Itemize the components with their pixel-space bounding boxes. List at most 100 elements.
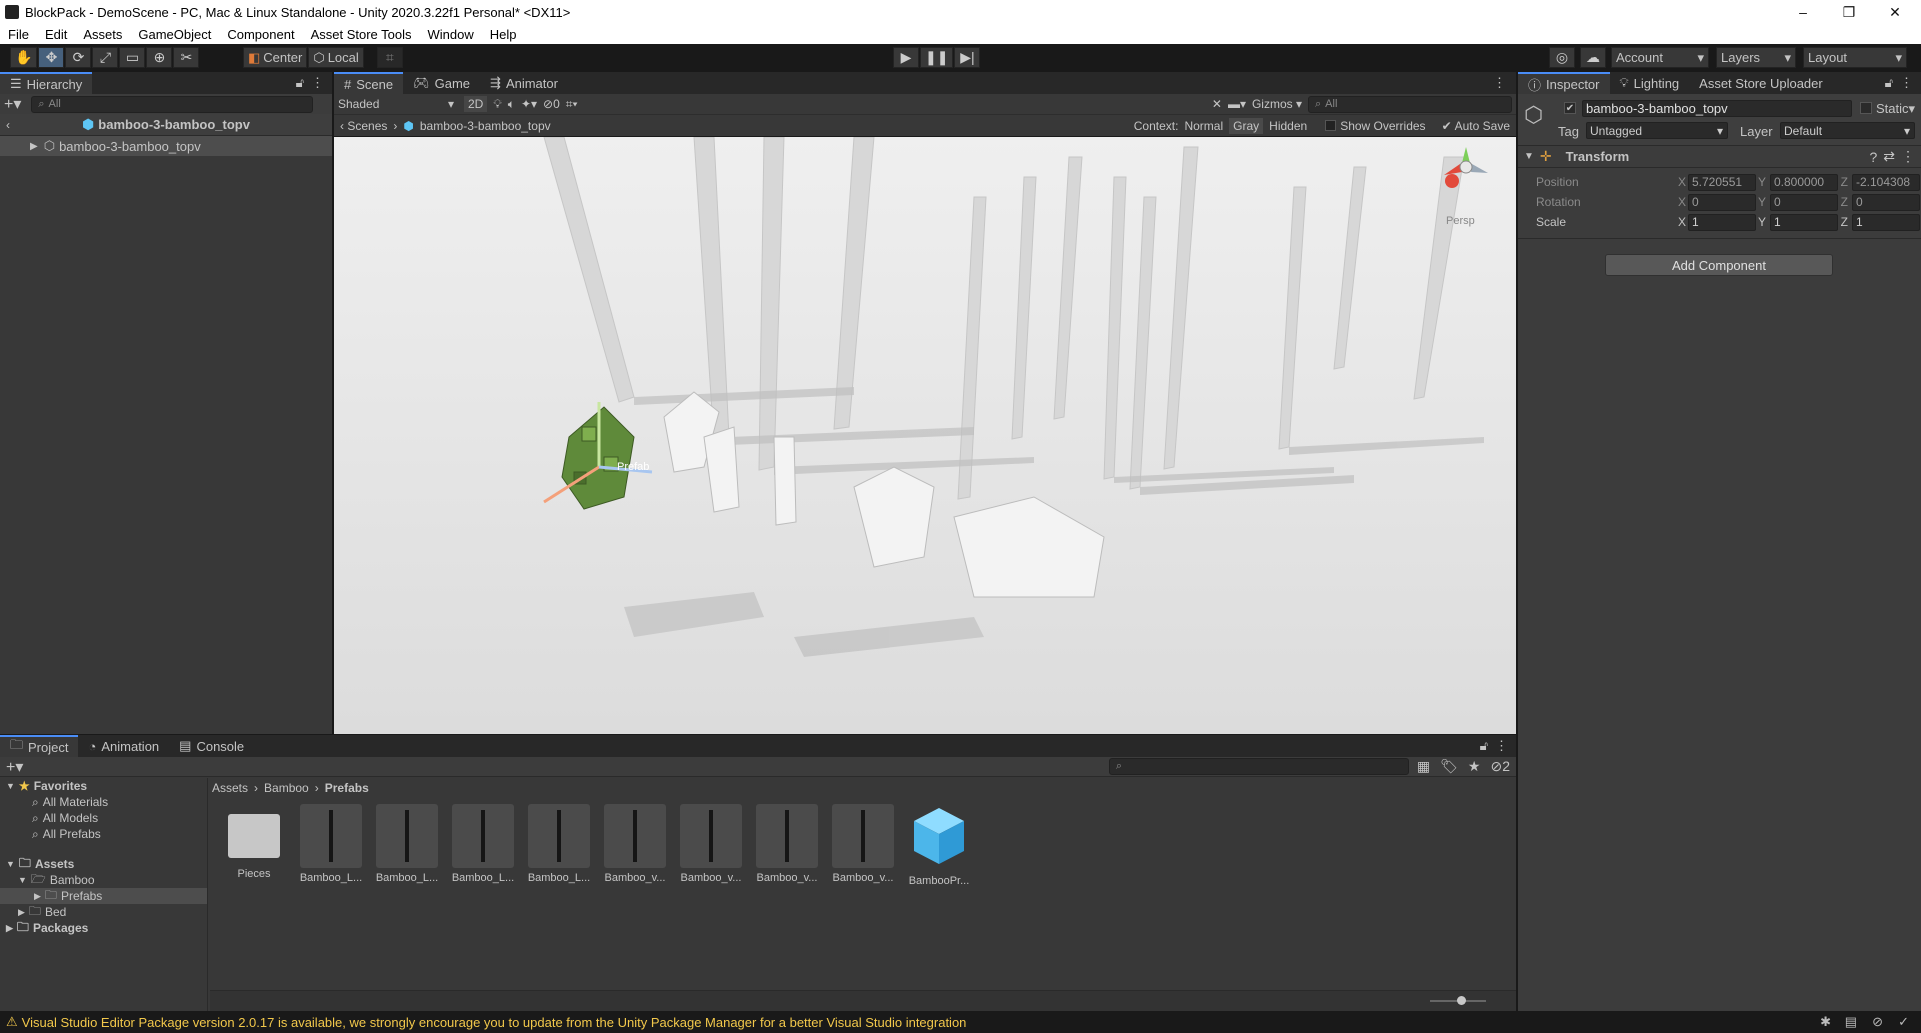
menu-gameobject[interactable]: GameObject [130, 27, 219, 42]
menu-asset-store-tools[interactable]: Asset Store Tools [303, 27, 420, 42]
static-dropdown[interactable]: Static▾ [1876, 101, 1915, 117]
play-button[interactable]: ▶ [893, 47, 919, 68]
menu-help[interactable]: Help [482, 27, 525, 42]
hierarchy-search-input[interactable]: ⌕ All [31, 95, 314, 113]
layout-dropdown[interactable]: Layout ▾ [1803, 47, 1907, 68]
rect-tool-button[interactable]: ▭ [119, 47, 146, 68]
rotation-z-field[interactable]: 0 [1852, 193, 1920, 211]
scale-y-field[interactable]: 1 [1770, 213, 1838, 231]
scale-z-field[interactable]: 1 [1852, 213, 1920, 231]
expand-arrow-icon[interactable]: ▼ [6, 859, 15, 869]
visibility-toggle[interactable]: ⊘0 [543, 97, 560, 111]
menu-window[interactable]: Window [420, 27, 482, 42]
transform-header[interactable]: ▼ ✛ Transform ? ⇄ ⋮ [1518, 146, 1921, 168]
status-message[interactable]: Visual Studio Editor Package version 2.0… [22, 1015, 967, 1030]
hand-tool-button[interactable]: ✋ [10, 47, 38, 68]
favorite-all-materials[interactable]: ⌕ All Materials [0, 794, 207, 810]
menu-edit[interactable]: Edit [37, 27, 75, 42]
rotation-x-field[interactable]: 0 [1688, 193, 1756, 211]
tab-lighting[interactable]: 💡︎ Lighting [1610, 72, 1690, 94]
position-z-field[interactable]: -2.104308 [1852, 173, 1920, 191]
asset-item[interactable]: Bamboo_v... [600, 804, 670, 884]
context-normal-button[interactable]: Normal [1184, 119, 1223, 133]
rotate-tool-button[interactable]: ⟳ [65, 47, 92, 68]
position-y-field[interactable]: 0.800000 [1770, 173, 1838, 191]
expand-arrow-icon[interactable]: ▼ [6, 781, 15, 791]
tab-scene[interactable]: # Scene [334, 72, 404, 94]
lock-icon[interactable]: 🔓︎ [1480, 738, 1488, 754]
expand-arrow-icon[interactable]: ▶ [6, 923, 13, 934]
favorites-section[interactable]: ▼ ★ Favorites [0, 778, 207, 794]
gizmos-dropdown[interactable]: Gizmos ▾ [1252, 97, 1302, 111]
scene-search-input[interactable]: ⌕ All [1308, 95, 1512, 113]
expand-arrow-icon[interactable]: ▶ [34, 891, 41, 902]
scale-x-field[interactable]: 1 [1688, 213, 1756, 231]
tab-game[interactable]: 🎮︎ Game [403, 72, 480, 94]
bug-icon[interactable]: ✱ [1820, 1014, 1831, 1030]
grid-toggle-icon[interactable]: ⌗▾ [566, 97, 578, 112]
tag-dropdown[interactable]: Untagged ▾ [1586, 122, 1728, 139]
preset-icon[interactable]: ⇄ [1883, 148, 1895, 165]
pivot-center-toggle[interactable]: ◧ Center [243, 47, 308, 68]
hidden-packages-toggle[interactable]: ⊘2 [1490, 758, 1510, 775]
effects-toggle-icon[interactable]: ✦▾ [521, 97, 537, 111]
context-gray-button[interactable]: Gray [1229, 117, 1264, 134]
maximize-button[interactable]: ❐ [1826, 0, 1872, 24]
filter-label-icon[interactable]: 🏷︎ [1440, 758, 1458, 775]
more-options-icon[interactable]: ⋮ [1495, 738, 1508, 754]
add-component-button[interactable]: Add Component [1605, 254, 1833, 276]
tab-animation[interactable]: ◔ Animation [78, 735, 169, 757]
layers-dropdown[interactable]: Layers ▾ [1716, 47, 1796, 68]
asset-item[interactable]: Bamboo_L... [448, 804, 518, 884]
camera-icon[interactable]: ▬▾ [1228, 97, 1246, 111]
expand-arrow-icon[interactable]: ▼ [1524, 151, 1534, 162]
menu-component[interactable]: Component [219, 27, 302, 42]
move-tool-button[interactable]: ✥ [38, 47, 65, 68]
pivot-space-toggle[interactable]: ⬡ Local [308, 47, 364, 68]
breadcrumb-bamboo[interactable]: Bamboo [264, 781, 309, 795]
breadcrumb-prefabs[interactable]: Prefabs [325, 781, 369, 795]
scene-canvas[interactable]: Prefab Persp [334, 137, 1516, 734]
cloud-button[interactable]: ☁ [1580, 47, 1606, 68]
asset-item[interactable]: Bamboo_v... [828, 804, 898, 884]
pause-button[interactable]: ❚❚ [920, 47, 954, 68]
lock-icon[interactable]: 🔓︎ [1885, 75, 1893, 91]
help-icon[interactable]: ? [1869, 149, 1877, 165]
expand-arrow-icon[interactable]: ▶ [30, 141, 38, 152]
tab-asset-store-uploader[interactable]: Asset Store Uploader [1689, 72, 1833, 94]
tab-animator[interactable]: ⇶ Animator [480, 72, 568, 94]
auto-save-toggle[interactable]: ✔ Auto Save [1432, 119, 1510, 133]
perspective-label[interactable]: Persp [1446, 215, 1475, 227]
tab-console[interactable]: ▤ Console [169, 735, 254, 757]
collab-button[interactable]: ◎ [1549, 47, 1575, 68]
lock-icon[interactable]: 🔓︎ [296, 75, 304, 91]
asset-item[interactable]: Bamboo_v... [752, 804, 822, 884]
custom-tool-button[interactable]: ✂ [173, 47, 200, 68]
project-search-input[interactable]: ⌕ [1108, 758, 1409, 775]
favorite-all-prefabs[interactable]: ⌕ All Prefabs [0, 826, 207, 842]
asset-item[interactable]: Bamboo_v... [676, 804, 746, 884]
breadcrumb-assets[interactable]: Assets [212, 781, 248, 795]
more-options-icon[interactable]: ⋮ [1901, 148, 1915, 165]
asset-folder-pieces[interactable]: Pieces [219, 804, 289, 880]
more-options-icon[interactable]: ⋮ [1493, 75, 1506, 91]
rotation-y-field[interactable]: 0 [1770, 193, 1838, 211]
show-overrides-toggle[interactable]: Show Overrides [1313, 119, 1426, 133]
create-button[interactable]: +▾ [6, 757, 23, 777]
active-checkbox[interactable]: ✔ [1564, 102, 1576, 114]
filter-type-icon[interactable]: ▦ [1417, 758, 1430, 775]
expand-arrow-icon[interactable]: ▶ [18, 907, 25, 918]
tab-inspector[interactable]: ⓘ Inspector [1518, 72, 1610, 94]
scene-viewport[interactable]: Prefab Persp [334, 137, 1516, 734]
folder-bed[interactable]: ▶ 🗀 Bed [0, 904, 207, 920]
create-button[interactable]: +▾ [4, 94, 21, 114]
menu-assets[interactable]: Assets [75, 27, 130, 42]
slider-handle[interactable] [1457, 996, 1466, 1005]
asset-item[interactable]: Bamboo_L... [372, 804, 442, 884]
asset-item[interactable]: Bamboo_L... [524, 804, 594, 884]
settings-status-icon[interactable]: ✓ [1898, 1014, 1909, 1030]
tab-hierarchy[interactable]: ☰ Hierarchy [0, 72, 93, 94]
2d-toggle[interactable]: 2D [464, 96, 488, 112]
back-arrow-icon[interactable]: ‹ [6, 118, 10, 132]
audio-toggle-icon[interactable]: 🔈︎ [508, 97, 515, 112]
